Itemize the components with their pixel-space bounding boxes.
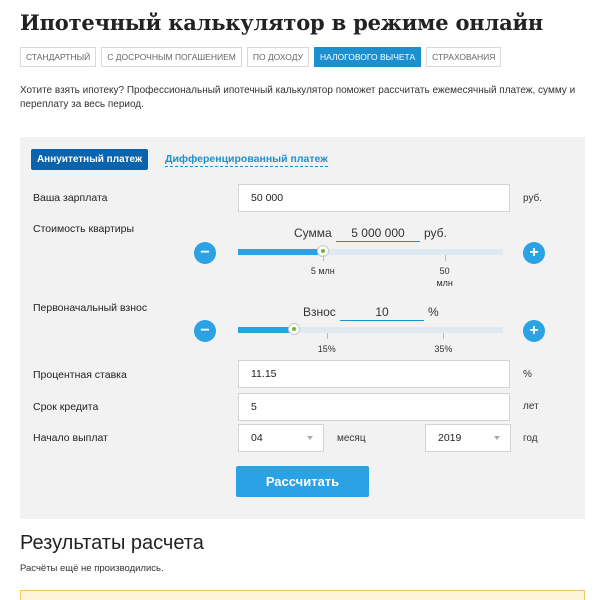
down-payment-slider-handle[interactable] xyxy=(287,323,300,335)
down-payment-tick xyxy=(326,333,328,339)
payment-start-label: Начало выплат xyxy=(33,432,108,444)
salary-unit: руб. xyxy=(523,193,543,204)
interest-rate-input[interactable]: 11.15 xyxy=(238,360,510,388)
down-payment-slider-fill xyxy=(238,327,294,333)
property-cost-tick-label: 50 млн xyxy=(436,266,453,288)
tab-insurance[interactable]: СТРАХОВАНИЯ xyxy=(426,47,502,67)
down-payment-value[interactable]: 10 xyxy=(340,305,424,321)
property-cost-tick xyxy=(322,255,324,261)
down-payment-caption: Взнос xyxy=(303,305,336,319)
down-payment-slider[interactable] xyxy=(238,323,503,335)
annuity-payment-button[interactable]: Аннуитетный платеж xyxy=(31,149,148,170)
chevron-down-icon xyxy=(307,436,313,440)
loan-term-unit: лет xyxy=(523,401,539,412)
property-cost-slider-fill xyxy=(238,249,323,255)
property-cost-slider[interactable] xyxy=(238,245,503,257)
interest-rate-unit: % xyxy=(523,369,532,380)
start-month-value: 04 xyxy=(251,432,263,444)
differentiated-payment-link[interactable]: Дифференцированный платеж xyxy=(165,152,328,167)
results-note: Расчёты ещё не производились. xyxy=(20,563,164,574)
loan-term-label: Срок кредита xyxy=(33,401,99,413)
property-cost-tick-label: 5 млн xyxy=(310,266,335,276)
start-year-value: 2019 xyxy=(438,432,462,444)
property-cost-tick xyxy=(444,255,446,261)
plus-icon: + xyxy=(529,322,539,339)
salary-input[interactable]: 50 000 xyxy=(238,184,510,212)
intro-text: Хотите взять ипотеку? Профессиональный и… xyxy=(20,85,576,110)
tab-early-repayment[interactable]: С ДОСРОЧНЫМ ПОГАШЕНИЕМ xyxy=(101,47,242,67)
page-title: Ипотечный калькулятор в режиме онлайн xyxy=(20,10,544,35)
calculate-button[interactable]: Рассчитать xyxy=(236,466,369,497)
loan-term-input[interactable]: 5 xyxy=(238,393,510,421)
calculator-panel: Аннуитетный платеж Дифференцированный пл… xyxy=(20,137,585,519)
chevron-down-icon xyxy=(494,436,500,440)
property-cost-caption: Сумма xyxy=(294,226,332,240)
salary-label: Ваша зарплата xyxy=(33,192,108,204)
plus-icon: + xyxy=(529,244,539,261)
minus-icon: − xyxy=(200,322,210,339)
property-cost-label: Стоимость квартиры xyxy=(33,223,135,235)
down-payment-unit: % xyxy=(428,305,439,319)
minus-icon: − xyxy=(200,244,210,261)
down-payment-plus-button[interactable]: + xyxy=(523,320,545,342)
tab-standard[interactable]: СТАНДАРТНЫЙ xyxy=(20,47,97,67)
start-month-unit: месяц xyxy=(337,433,366,444)
property-cost-plus-button[interactable]: + xyxy=(523,242,545,264)
down-payment-tick-label: 35% xyxy=(434,344,453,354)
start-year-unit: год xyxy=(523,433,538,444)
tab-by-income[interactable]: ПО ДОХОДУ xyxy=(246,47,309,67)
results-title: Результаты расчета xyxy=(20,532,204,554)
start-year-select[interactable]: 2019 xyxy=(425,424,511,452)
calculator-tabs: СТАНДАРТНЫЙ С ДОСРОЧНЫМ ПОГАШЕНИЕМ ПО ДО… xyxy=(20,47,502,67)
down-payment-tick xyxy=(443,333,445,339)
down-payment-minus-button[interactable]: − xyxy=(194,320,216,342)
notice-box xyxy=(20,590,585,600)
start-month-select[interactable]: 04 xyxy=(238,424,324,452)
down-payment-label: Первоначальный взнос xyxy=(33,302,148,314)
down-payment-tick-label: 15% xyxy=(317,344,336,354)
property-cost-minus-button[interactable]: − xyxy=(194,242,216,264)
tab-tax-deduction[interactable]: НАЛОГОВОГО ВЫЧЕТА xyxy=(313,47,422,67)
property-cost-unit: руб. xyxy=(424,226,447,240)
interest-rate-label: Процентная ставка xyxy=(33,369,127,381)
property-cost-value[interactable]: 5 000 000 xyxy=(336,226,420,242)
